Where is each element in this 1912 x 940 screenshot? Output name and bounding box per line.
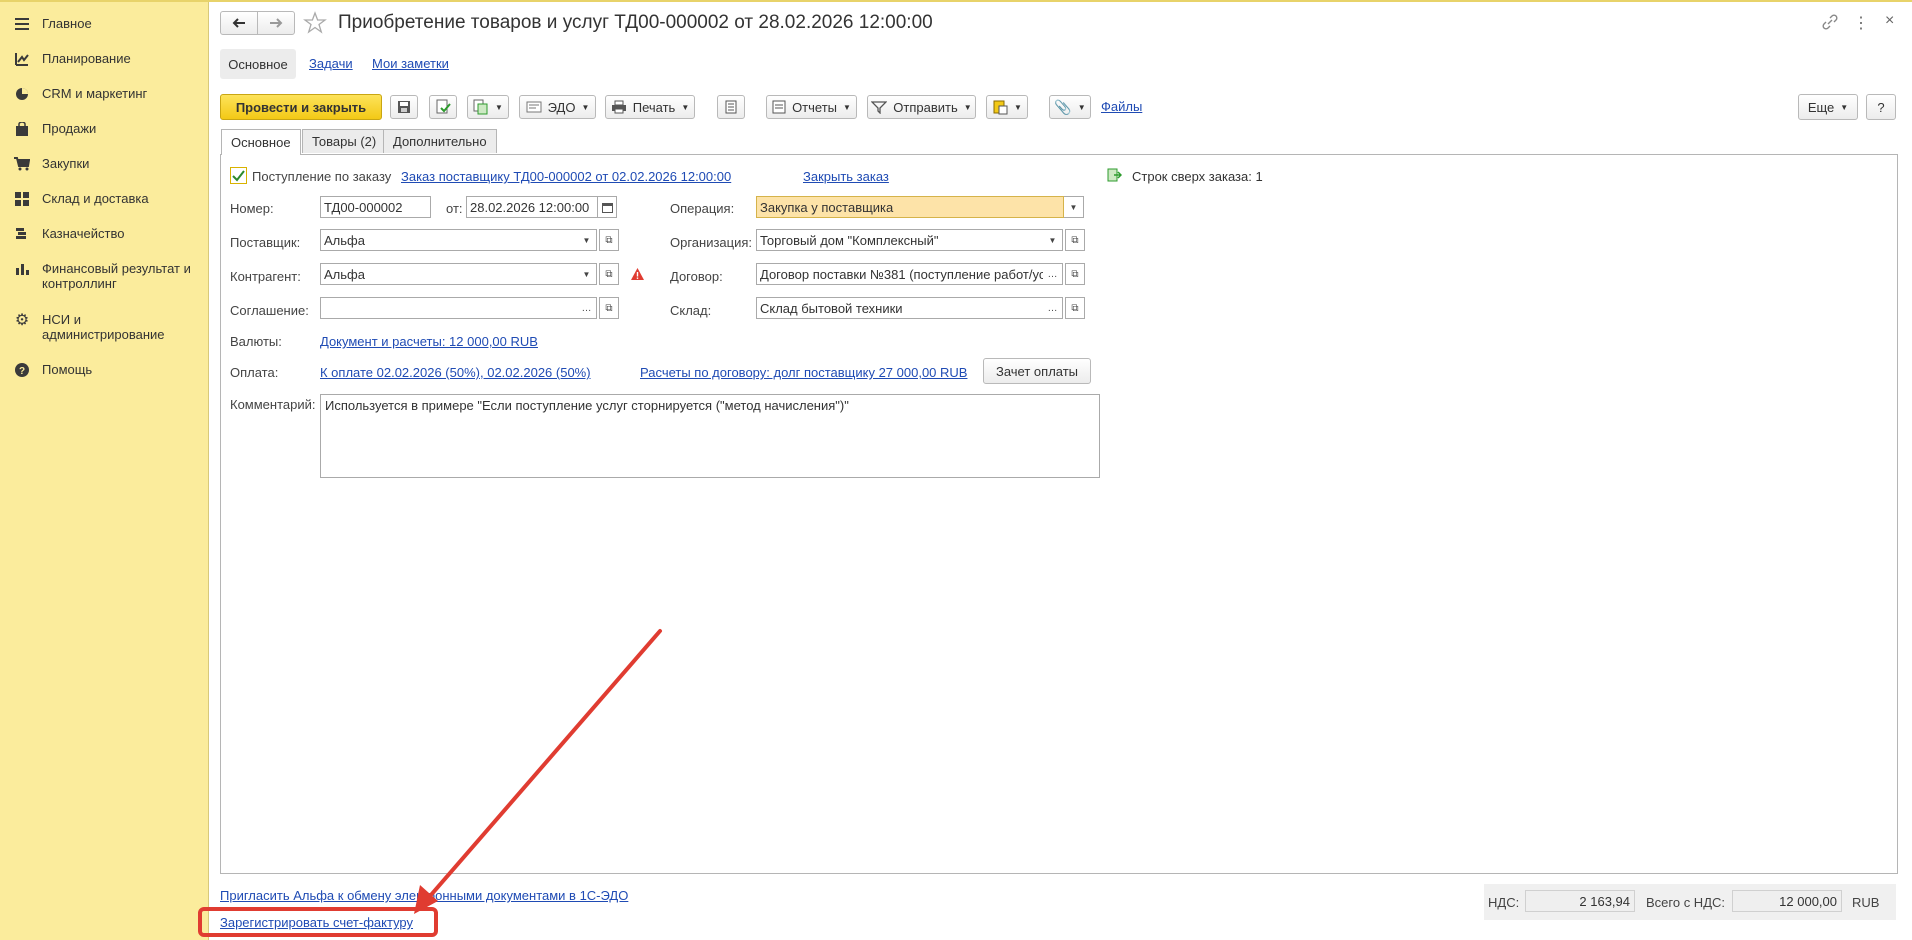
annotation-highlight-box <box>198 907 438 937</box>
tab-main[interactable]: Основное <box>221 129 301 155</box>
